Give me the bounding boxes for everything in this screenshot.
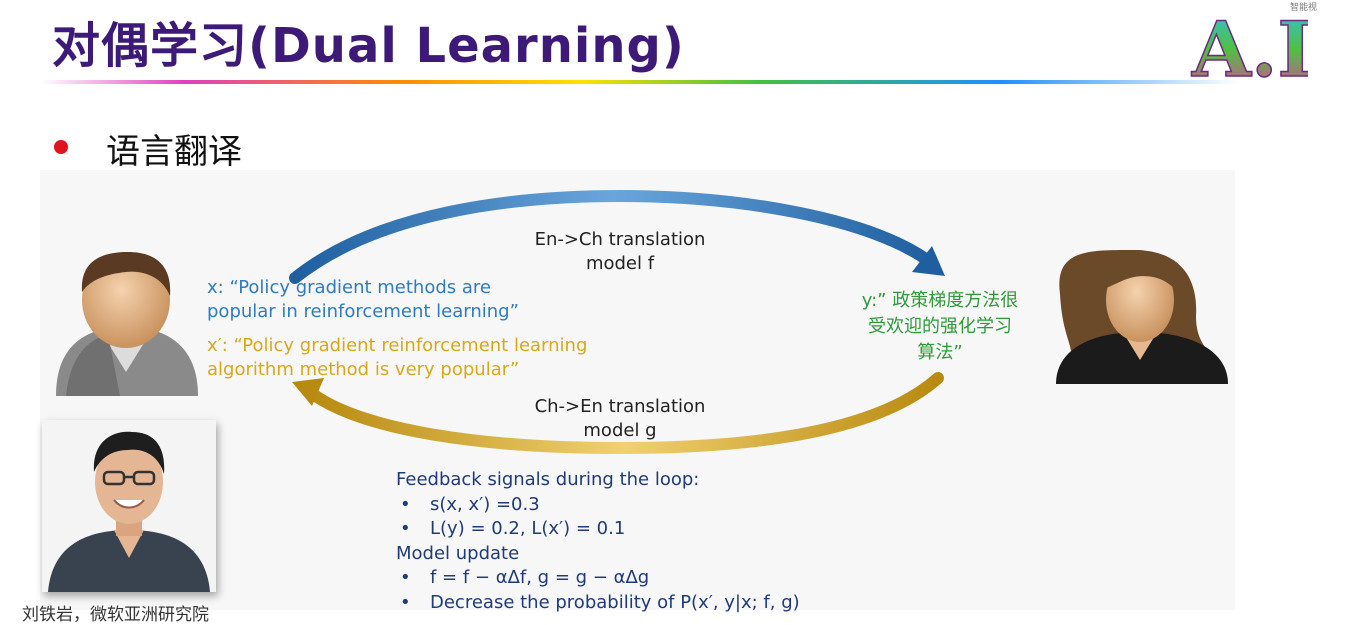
model-f-line2: model f [585,253,655,274]
model-update-heading: Model update [396,542,520,564]
update-item: • Decrease the probability of P(x′, y|x; … [400,591,800,613]
presenter-portrait [42,420,216,592]
feedback-heading: Feedback signals during the loop: [396,469,700,490]
y-line3: 算法” [917,342,963,363]
update-item-text: f = f − αΔf, g = g − αΔg [430,567,650,588]
feedback-item-text: s(x, x′) =0.3 [430,493,540,515]
feedback-item: • s(x, x′) =0.3 [400,493,540,515]
y-line2: 受欢迎的强化学习 [868,316,1012,337]
y-line1: y:” 政策梯度方法很 [861,290,1019,311]
presenter-caption: 刘铁岩，微软亚洲研究院 [22,605,209,625]
x-prime-line1: x′: “Policy gradient reinforcement learn… [207,335,588,356]
feedback-item-text: L(y) = 0.2, L(x′) = 0.1 [430,518,626,539]
update-item-text: Decrease the probability of P(x′, y|x; f… [430,591,800,613]
feedback-block: Feedback signals during the loop: • s(x, … [396,468,800,615]
feedback-item: • L(y) = 0.2, L(x′) = 0.1 [400,518,626,539]
x-prime-line2: algorithm method is very popular” [207,359,520,380]
presenter-photo [42,420,216,592]
source-sentence-x: x: “Policy gradient methods are popular … [207,276,519,324]
male-user-icon [56,252,198,396]
model-f-label: En->Ch translation model f [520,228,720,276]
reconstructed-sentence-x-prime: x′: “Policy gradient reinforcement learn… [207,334,587,382]
model-g-line1: Ch->En translation [534,396,706,417]
translated-sentence-y: y:” 政策梯度方法很 受欢迎的强化学习 算法” [812,288,1068,366]
model-g-label: Ch->En translation model g [520,395,720,443]
update-item: • f = f − αΔf, g = g − αΔg [400,567,650,588]
model-f-line1: En->Ch translation [534,229,706,250]
female-user-icon [1056,249,1228,384]
x-line1: x: “Policy gradient methods are [207,277,491,298]
model-g-line2: model g [583,420,657,441]
x-line2: popular in reinforcement learning” [207,301,519,322]
